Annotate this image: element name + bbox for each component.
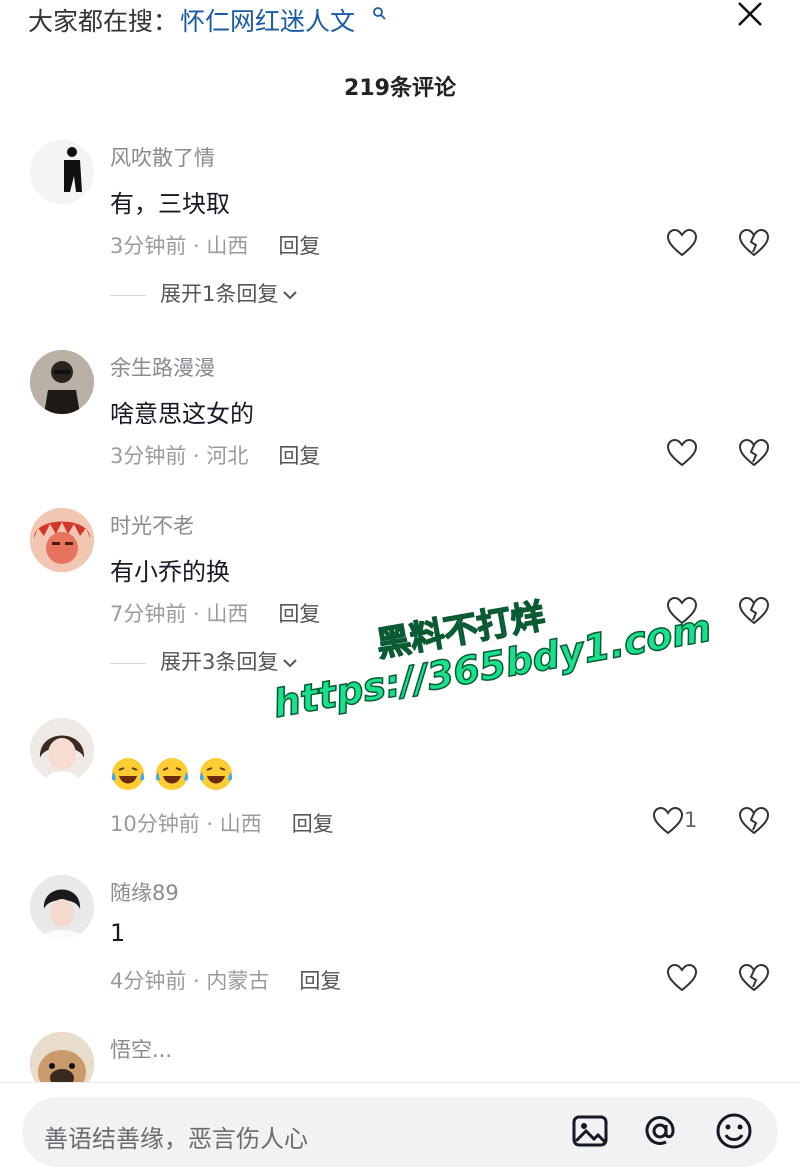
reply-button[interactable]: 回复 [299, 969, 341, 993]
chevron-down-icon [283, 291, 298, 300]
heart-icon[interactable] [652, 806, 684, 836]
comment-username[interactable]: 余生路漫漫 [110, 352, 215, 382]
comment-text: 有小乔的换 [110, 558, 230, 586]
image-icon[interactable] [570, 1111, 610, 1151]
comment-emoji-row [110, 756, 242, 792]
laughing-crying-emoji [155, 758, 189, 790]
heart-icon[interactable] [666, 228, 698, 258]
like-count: 1 [684, 808, 698, 832]
comment-count-title: 219条评论 [344, 76, 456, 101]
comment-meta: 3分钟前 · 山西 回复 [110, 230, 320, 260]
comment-meta: 4分钟前 · 内蒙古 回复 [110, 965, 341, 995]
heart-icon[interactable] [666, 963, 698, 993]
comment-time-location: 3分钟前 · 山西 [110, 234, 249, 258]
avatar[interactable] [30, 875, 94, 939]
comment-username[interactable]: 时光不老 [110, 510, 194, 540]
reply-button[interactable]: 回复 [278, 602, 320, 626]
avatar-image [30, 875, 94, 939]
avatar-image [30, 718, 94, 782]
comment-time-location: 7分钟前 · 山西 [110, 602, 249, 626]
avatar[interactable] [30, 508, 94, 572]
comment-text: 有，三块取 [110, 190, 230, 218]
laughing-crying-emoji [111, 758, 145, 790]
search-icon[interactable] [372, 6, 386, 20]
expand-replies-label: 展开1条回复 [160, 282, 279, 306]
reply-button[interactable]: 回复 [278, 234, 320, 258]
watermark-line-2: https://365bdy1.com [269, 605, 715, 727]
comment-input[interactable]: 善语结善缘，恶言伤人心 [22, 1097, 778, 1167]
laughing-crying-emoji [199, 758, 233, 790]
avatar[interactable] [30, 718, 94, 782]
comment-text: 1 [110, 919, 126, 947]
at-mention-icon[interactable] [640, 1111, 680, 1151]
divider [110, 662, 146, 664]
avatar[interactable] [30, 140, 94, 204]
top-bar: 大家都在搜： 怀仁网红迷人文 [0, 0, 800, 44]
broken-heart-icon[interactable] [738, 228, 770, 258]
reply-button[interactable]: 回复 [292, 812, 334, 836]
watermark: 黑料不打烊 https://365bdy1.com [262, 565, 715, 766]
comment-time-location: 10分钟前 · 山西 [110, 812, 262, 836]
close-icon[interactable] [734, 0, 764, 30]
comment-meta: 7分钟前 · 山西 回复 [110, 598, 320, 628]
avatar-image [64, 147, 82, 192]
broken-heart-icon[interactable] [738, 963, 770, 993]
watermark-line-1: 黑料不打烊 [373, 596, 549, 666]
reply-button[interactable]: 回复 [278, 444, 320, 468]
avatar-image [30, 350, 94, 414]
broken-heart-icon[interactable] [738, 596, 770, 626]
comment-username[interactable]: 风吹散了情 [110, 142, 215, 172]
divider [110, 294, 146, 296]
comment-meta: 3分钟前 · 河北 回复 [110, 440, 320, 470]
comment-time-location: 3分钟前 · 河北 [110, 444, 249, 468]
heart-icon[interactable] [666, 596, 698, 626]
avatar-image [30, 508, 94, 572]
heart-icon[interactable] [666, 438, 698, 468]
comment-time-location: 4分钟前 · 内蒙古 [110, 969, 270, 993]
broken-heart-icon[interactable] [738, 806, 770, 836]
search-suggestion-link[interactable]: 怀仁网红迷人文 [180, 2, 355, 38]
comment-username[interactable]: 随缘89 [110, 877, 179, 907]
expand-replies-label: 展开3条回复 [160, 650, 279, 674]
chevron-down-icon [283, 659, 298, 668]
comment-username[interactable]: 悟空... [110, 1034, 172, 1064]
comment-input-placeholder: 善语结善缘，恶言伤人心 [44, 1125, 308, 1153]
comment-text: 啥意思这女的 [110, 400, 254, 428]
expand-replies-button[interactable]: 展开1条回复 [110, 278, 298, 308]
comment-composer: 善语结善缘，恶言伤人心 [0, 1082, 800, 1167]
avatar[interactable] [30, 350, 94, 414]
broken-heart-icon[interactable] [738, 438, 770, 468]
search-suggestion-prefix: 大家都在搜： [28, 7, 179, 36]
emoji-icon[interactable] [714, 1111, 754, 1151]
comment-meta: 10分钟前 · 山西 回复 [110, 808, 334, 838]
expand-replies-button[interactable]: 展开3条回复 [110, 646, 298, 676]
